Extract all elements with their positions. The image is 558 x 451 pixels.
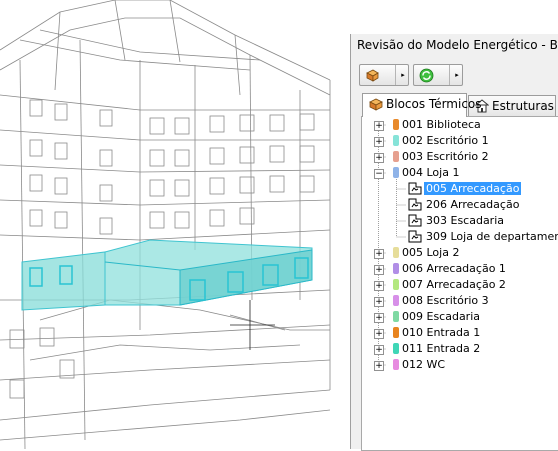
tree-item-008-escritorio-3[interactable]: 008 Escritório 3 <box>402 293 489 309</box>
block-color-swatch <box>393 311 399 322</box>
zone-icon <box>408 230 422 243</box>
block-color-swatch <box>393 263 399 274</box>
zone-icon <box>408 214 422 227</box>
blocks-icon <box>366 69 379 82</box>
tree-item-303-escadaria[interactable]: 303 Escadaria <box>426 213 504 229</box>
panel-title: Revisão do Modelo Energético - Bloco <box>357 38 558 52</box>
wireframe-building[interactable] <box>0 0 346 449</box>
expand-toggle[interactable]: + <box>374 153 384 163</box>
block-color-swatch <box>393 327 399 338</box>
block-color-swatch <box>393 247 399 258</box>
block-color-swatch <box>393 279 399 290</box>
tree-item-005-arrecadacao[interactable]: 005 Arrecadação <box>424 181 522 197</box>
tree-item-007-arrecadacao-2[interactable]: 007 Arrecadação 2 <box>402 277 506 293</box>
model-3d-viewport[interactable] <box>0 0 346 449</box>
chevron-right-icon[interactable]: ▸ <box>395 65 410 85</box>
block-color-swatch <box>393 135 399 146</box>
block-color-swatch <box>393 167 399 178</box>
tree-item-010-entrada-1[interactable]: 010 Entrada 1 <box>402 325 480 341</box>
tab-label: Estruturas <box>492 99 554 113</box>
tree-item-011-entrada-2[interactable]: 011 Entrada 2 <box>402 341 480 357</box>
block-color-swatch <box>393 119 399 130</box>
tab-thermal-blocks[interactable]: Blocos Térmicos <box>362 93 482 117</box>
block-color-swatch <box>393 151 399 162</box>
expand-toggle[interactable]: + <box>374 297 384 307</box>
block-color-swatch <box>393 295 399 306</box>
expand-toggle[interactable]: + <box>374 121 384 131</box>
tree-item-206-arrecadacao[interactable]: 206 Arrecadação <box>426 197 519 213</box>
chevron-right-icon[interactable]: ▸ <box>449 65 464 85</box>
tree-item-309-loja-de-departamentos[interactable]: 309 Loja de departamentos <box>426 229 558 245</box>
block-color-swatch <box>393 359 399 370</box>
tree-item-009-escadaria[interactable]: 009 Escadaria <box>402 309 480 325</box>
tab-label: Blocos Térmicos <box>386 97 482 111</box>
tree-item-001-biblioteca[interactable]: 001 Biblioteca <box>402 117 481 133</box>
expand-toggle[interactable]: + <box>374 137 384 147</box>
expand-toggle[interactable]: + <box>374 265 384 275</box>
selected-item-label: 005 Arrecadação <box>424 182 522 195</box>
expand-toggle[interactable]: + <box>374 249 384 259</box>
tree-item-002-escritorio-1[interactable]: 002 Escritório 1 <box>402 133 489 149</box>
refresh-icon <box>419 68 434 83</box>
expand-toggle[interactable]: + <box>374 345 384 355</box>
expand-toggle[interactable]: + <box>374 313 384 323</box>
tree-item-004-loja-1[interactable]: 004 Loja 1 <box>402 165 459 181</box>
expand-toggle[interactable]: + <box>374 329 384 339</box>
expand-toggle[interactable]: + <box>374 361 384 371</box>
expand-toggle[interactable]: + <box>374 281 384 291</box>
blocks-menu-button[interactable]: ▸ <box>359 64 409 86</box>
collapse-toggle[interactable]: − <box>374 169 384 179</box>
tree-item-005-loja-2[interactable]: 005 Loja 2 <box>402 245 459 261</box>
block-color-swatch <box>393 343 399 354</box>
zone-icon <box>408 182 422 195</box>
tree-item-003-escritorio-2[interactable]: 003 Escritório 2 <box>402 149 489 165</box>
thermal-blocks-tree[interactable]: + 001 Biblioteca + 002 Escritório 1 + 00… <box>361 116 558 451</box>
thermal-blocks-icon <box>369 98 383 111</box>
energy-model-review-panel: Revisão do Modelo Energético - Bloco ▸ ▸… <box>350 34 558 451</box>
tree-item-006-arrecadacao-1[interactable]: 006 Arrecadação 1 <box>402 261 506 277</box>
zone-icon <box>408 198 422 211</box>
refresh-menu-button[interactable]: ▸ <box>413 64 463 86</box>
tree-item-012-wc[interactable]: 012 WC <box>402 357 445 373</box>
